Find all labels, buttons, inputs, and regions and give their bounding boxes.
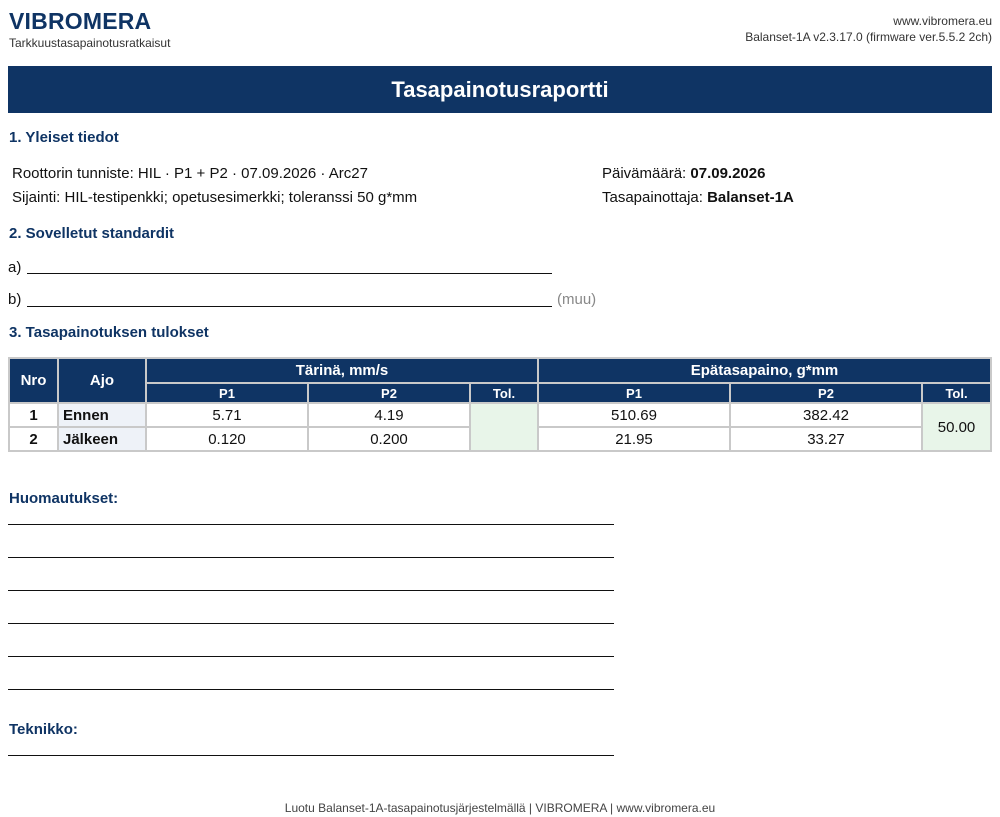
unbalance-group-header: Epätasapaino, g*mm	[536, 357, 993, 384]
unb-tol-value: 50.00	[920, 402, 993, 452]
technician-title: Teknikko:	[9, 721, 78, 738]
standard-a-label: a)	[8, 259, 22, 276]
remarks-title: Huomautukset:	[9, 490, 119, 507]
version-text: Balanset-1A v2.3.17.0 (firmware ver.5.5.…	[745, 30, 992, 44]
vib-p2-header: P2	[307, 382, 471, 404]
remarks-line	[8, 590, 614, 591]
unb-p1-value: 510.69	[537, 402, 731, 428]
col-ajo-header: Ajo	[57, 357, 147, 404]
page-footer: Luotu Balanset-1A-tasapainotusjärjestelm…	[284, 801, 716, 815]
standard-b-label: b)	[8, 291, 22, 308]
website-text: www.vibromera.eu	[893, 14, 992, 28]
unb-p2-header: P2	[729, 382, 923, 404]
vib-p2-value: 0.200	[307, 426, 471, 452]
section-results-title: 3. Tasapainotuksen tulokset	[9, 324, 209, 341]
vib-p1-value: 0.120	[145, 426, 309, 452]
date-value: 07.09.2026	[690, 165, 766, 182]
row-ajo: Ennen	[57, 402, 147, 428]
remarks-line	[8, 623, 614, 624]
results-table: Nro Ajo Tärinä, mm/s Epätasapaino, g*mm …	[8, 357, 993, 452]
brand-tagline: Tarkkuustasapainotusratkaisut	[9, 36, 171, 50]
unb-p2-value: 33.27	[729, 426, 923, 452]
unb-p2-value: 382.42	[729, 402, 923, 428]
location-value: HIL-testipenkki; opetusesimerkki; tolera…	[64, 189, 418, 206]
technician-signature-line	[8, 755, 614, 756]
balancer: Tasapainottaja: Balanset-1A	[602, 189, 794, 206]
unb-tol-header: Tol.	[920, 382, 993, 404]
unb-p1-value: 21.95	[537, 426, 731, 452]
date-label: Päivämäärä:	[602, 165, 687, 182]
remarks-line	[8, 689, 614, 690]
report-title: Tasapainotusraportti	[8, 66, 992, 113]
vib-p2-value: 4.19	[307, 402, 471, 428]
standard-b-line	[27, 306, 552, 307]
standard-other-note: (muu)	[557, 291, 597, 308]
rotor-id-label: Roottorin tunniste:	[12, 165, 134, 182]
table-row: 1 Ennen 5.71 4.19 510.69 382.42 50.00	[8, 402, 993, 452]
remarks-line	[8, 524, 614, 525]
vib-p1-header: P1	[145, 382, 309, 404]
report-date: Päivämäärä: 07.09.2026	[602, 165, 765, 182]
row-nro: 1	[8, 402, 59, 428]
vibration-group-header: Tärinä, mm/s	[145, 357, 539, 384]
vib-p1-value: 5.71	[145, 402, 309, 428]
location: Sijainti: HIL-testipenkki; opetusesimerk…	[12, 189, 417, 206]
row-ajo: Jälkeen	[57, 426, 147, 452]
remarks-line	[8, 557, 614, 558]
col-nro-header: Nro	[8, 357, 59, 404]
rotor-id: Roottorin tunniste: HIL · P1 + P2 · 07.0…	[12, 165, 368, 182]
standard-a-line	[27, 273, 552, 274]
unb-p1-header: P1	[537, 382, 731, 404]
remarks-line	[8, 656, 614, 657]
vib-tol-header: Tol.	[469, 382, 539, 404]
row-nro: 2	[8, 426, 59, 452]
section-standards-title: 2. Sovelletut standardit	[9, 225, 175, 242]
balancer-value: Balanset-1A	[707, 189, 794, 206]
brand-logo-text: VIBROMERA	[9, 8, 152, 34]
location-label: Sijainti:	[12, 189, 61, 206]
balancer-label: Tasapainottaja:	[602, 189, 703, 206]
rotor-id-value: HIL · P1 + P2 · 07.09.2026 · Arc27	[137, 165, 368, 182]
vib-tol-value	[469, 402, 539, 452]
section-general-title: 1. Yleiset tiedot	[9, 129, 119, 146]
